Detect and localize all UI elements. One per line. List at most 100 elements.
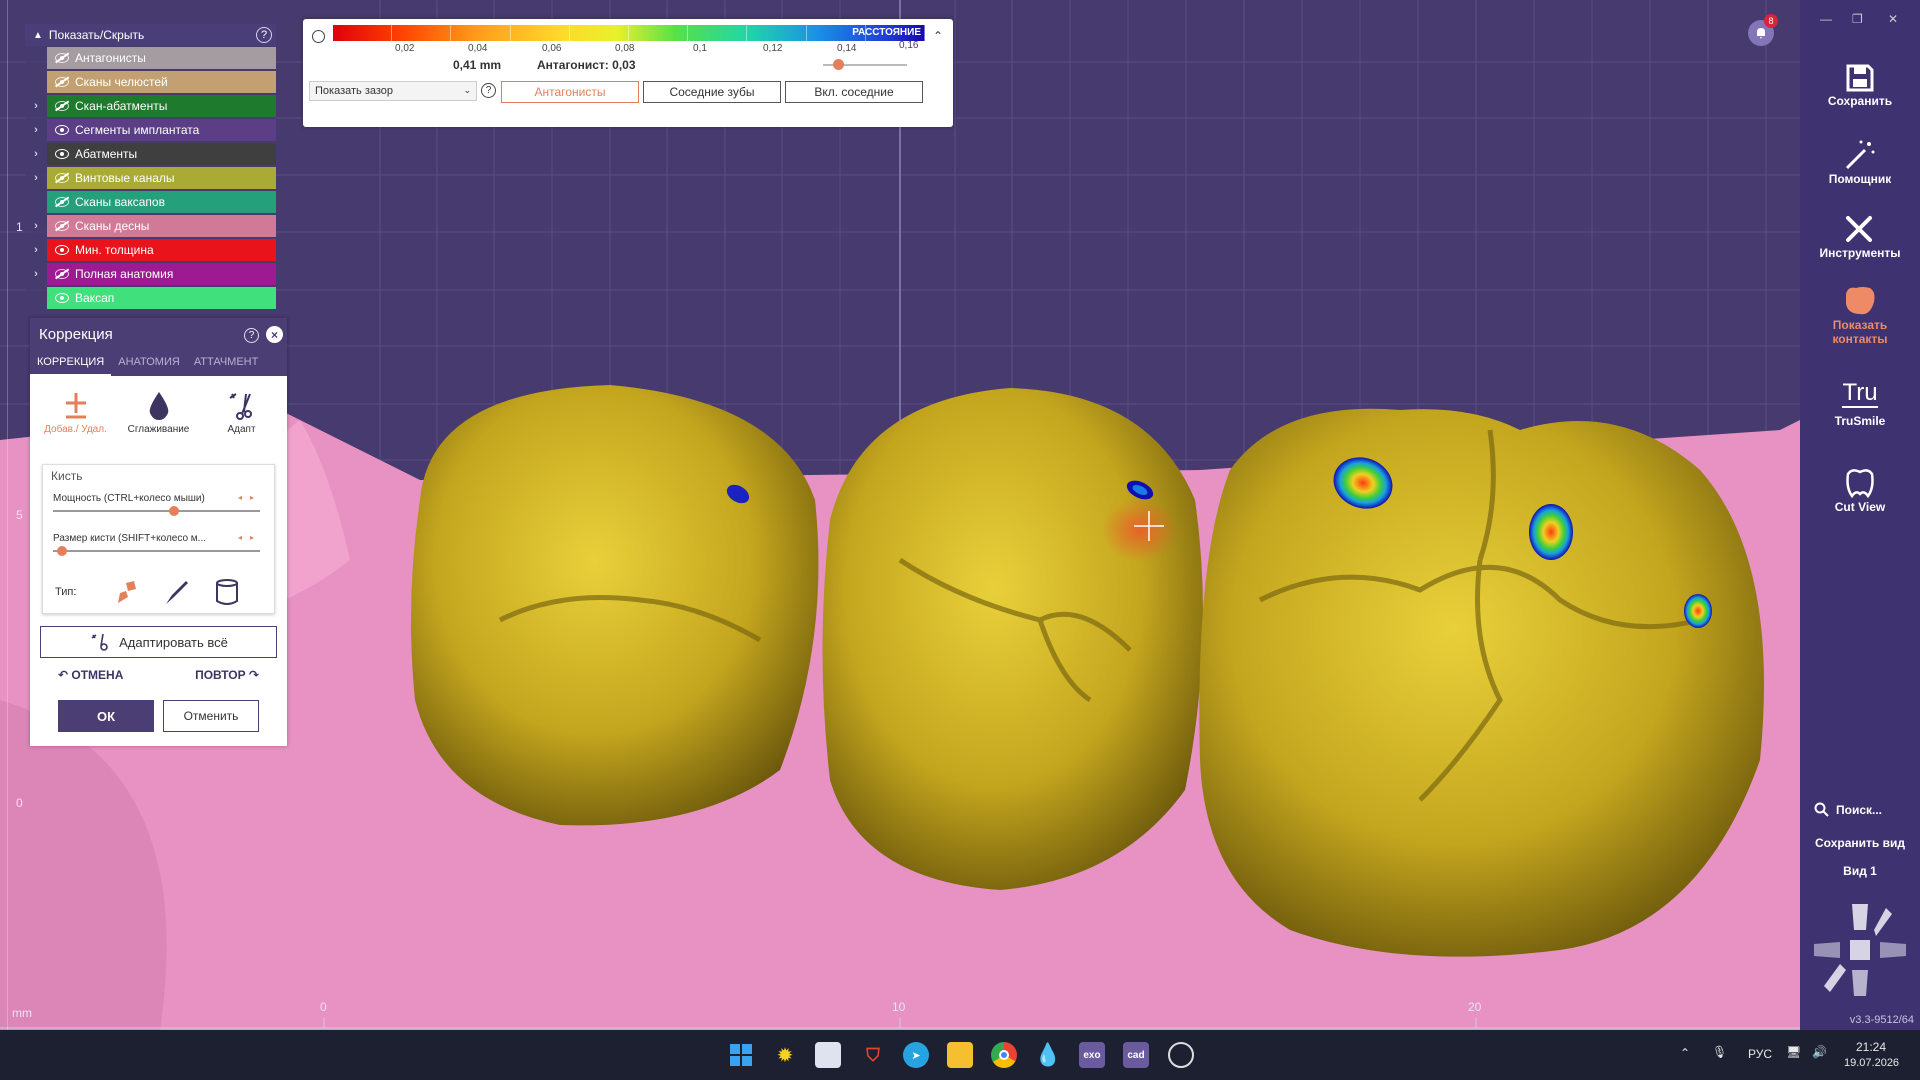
cad-app-icon[interactable]: cad xyxy=(1123,1042,1149,1068)
neighbor-teeth-button[interactable]: Соседние зубы xyxy=(643,81,781,103)
layer-row[interactable]: › Сканы десны xyxy=(25,214,276,238)
broad-brush-icon[interactable] xyxy=(112,577,142,607)
save-view-button[interactable]: Сохранить вид xyxy=(1800,836,1920,850)
layer-row[interactable]: › Винтовые каналы xyxy=(25,166,276,190)
sun-app-icon[interactable]: ✹ xyxy=(772,1042,798,1068)
layer-bar[interactable]: Скан-абатменты xyxy=(47,95,276,117)
telegram-icon[interactable]: ➤ xyxy=(903,1042,929,1068)
restore-icon[interactable]: ❐ xyxy=(1852,12,1863,26)
tab-anatomy[interactable]: АНАТОМИЯ xyxy=(111,350,187,376)
eye-icon[interactable] xyxy=(55,149,69,159)
expand-arrow-icon[interactable]: › xyxy=(25,100,47,112)
layer-bar[interactable]: Абатменты xyxy=(47,143,276,165)
expand-arrow-icon[interactable]: › xyxy=(25,124,47,136)
gap-slider-knob[interactable] xyxy=(833,59,845,70)
adapt-all-button[interactable]: Адаптировать всё xyxy=(40,626,277,658)
redo-button[interactable]: ПОВТОР ↷ xyxy=(195,668,259,682)
layer-bar[interactable]: Ваксап xyxy=(47,287,276,309)
search-button[interactable]: Поиск... xyxy=(1814,802,1882,818)
layer-bar[interactable]: Антагонисты xyxy=(47,47,276,69)
obs-icon[interactable] xyxy=(1168,1042,1194,1068)
cancel-button[interactable]: Отменить xyxy=(163,700,259,732)
eye-off-icon[interactable] xyxy=(55,172,69,183)
eye-off-icon[interactable] xyxy=(55,76,69,87)
collapse-icon[interactable]: ⌃ xyxy=(933,29,943,43)
expand-arrow-icon[interactable]: › xyxy=(25,148,47,160)
network-icon[interactable]: 🖥 xyxy=(1786,1045,1801,1059)
assistant-button[interactable]: Помощник xyxy=(1800,138,1920,186)
eye-off-icon[interactable] xyxy=(55,220,69,231)
exo-app-icon[interactable]: exo xyxy=(1079,1042,1105,1068)
scanner-app-icon[interactable] xyxy=(815,1042,841,1068)
layer-bar[interactable]: Сегменты имплантата xyxy=(47,119,276,141)
size-knob[interactable] xyxy=(57,546,67,556)
eye-off-icon[interactable] xyxy=(55,196,69,207)
layer-row[interactable]: › Полная анатомия xyxy=(25,262,276,286)
view-1-button[interactable]: Вид 1 xyxy=(1800,864,1920,878)
ok-button[interactable]: ОК xyxy=(58,700,154,732)
layer-row[interactable]: › Абатменты xyxy=(25,142,276,166)
help-icon[interactable]: ? xyxy=(244,328,259,343)
minimize-icon[interactable]: — xyxy=(1820,12,1832,26)
layer-row[interactable]: Антагонисты xyxy=(25,46,276,70)
expand-arrow-icon[interactable]: › xyxy=(25,244,47,256)
chrome-icon[interactable] xyxy=(991,1042,1017,1068)
layer-bar[interactable]: Сканы десны xyxy=(47,215,276,237)
clock-date[interactable]: 19.07.2026 xyxy=(1844,1057,1899,1069)
tray-expand-icon[interactable]: ⌃ xyxy=(1680,1046,1690,1060)
collapse-icon[interactable]: ▲ xyxy=(33,30,43,41)
close-icon[interactable]: × xyxy=(266,326,283,343)
arrows-icon[interactable]: ◂▸ xyxy=(238,533,262,542)
undo-button[interactable]: ↶ ОТМЕНА xyxy=(58,668,123,682)
expand-arrow-icon[interactable]: › xyxy=(25,172,47,184)
eye-icon[interactable] xyxy=(55,293,69,303)
power-knob[interactable] xyxy=(169,506,179,516)
fine-brush-icon[interactable] xyxy=(162,577,192,607)
expand-arrow-icon[interactable]: › xyxy=(25,220,47,232)
tab-correction[interactable]: КОРРЕКЦИЯ xyxy=(30,350,112,376)
eye-icon[interactable] xyxy=(55,125,69,135)
size-track[interactable] xyxy=(53,550,260,552)
shield-app-icon[interactable]: ⛉ xyxy=(860,1042,886,1068)
trusmile-button[interactable]: Tru TruSmile xyxy=(1800,380,1920,429)
power-track[interactable] xyxy=(53,510,260,512)
notification-bell-button[interactable]: 8 xyxy=(1748,14,1778,46)
layer-row[interactable]: › Скан-абатменты xyxy=(25,94,276,118)
layer-bar[interactable]: Мин. толщина xyxy=(47,239,276,261)
layer-bar[interactable]: Полная анатомия xyxy=(47,263,276,285)
close-icon[interactable]: ✕ xyxy=(1888,12,1898,26)
volume-icon[interactable]: 🔊 xyxy=(1812,1045,1827,1059)
layers-panel-header[interactable]: ▲ Показать/Скрыть ? xyxy=(25,24,276,46)
view-cube-navigator[interactable] xyxy=(1810,900,1910,1000)
layer-bar[interactable]: Сканы ваксапов xyxy=(47,191,276,213)
language-indicator[interactable]: РУС xyxy=(1748,1047,1772,1061)
adapt-tool[interactable]: Адапт xyxy=(207,388,277,456)
layer-bar[interactable]: Винтовые каналы xyxy=(47,167,276,189)
tab-attachment[interactable]: АТТАЧМЕНТ xyxy=(187,350,266,376)
drop-app-icon[interactable]: 💧 xyxy=(1034,1042,1061,1068)
help-icon[interactable]: ? xyxy=(481,83,496,98)
eye-icon[interactable] xyxy=(55,245,69,255)
eye-off-icon[interactable] xyxy=(55,100,69,111)
eye-off-icon[interactable] xyxy=(55,52,69,63)
show-contacts-button[interactable]: Показать контакты xyxy=(1800,284,1920,346)
smoothing-tool[interactable]: Сглаживание xyxy=(124,388,194,456)
layer-row[interactable]: › Сегменты имплантата xyxy=(25,118,276,142)
add-remove-tool[interactable]: Добав./ Удал. xyxy=(41,388,111,456)
arrows-icon[interactable]: ◂▸ xyxy=(238,493,262,502)
save-button[interactable]: Сохранить xyxy=(1800,62,1920,108)
layer-row[interactable]: Ваксап xyxy=(25,286,276,310)
clock-time[interactable]: 21:24 xyxy=(1856,1040,1886,1054)
expand-arrow-icon[interactable]: › xyxy=(25,268,47,280)
layer-row[interactable]: Сканы ваксапов xyxy=(25,190,276,214)
help-icon[interactable]: ? xyxy=(256,27,272,43)
power-slider[interactable]: Мощность (CTRL+колесо мыши) ◂▸ xyxy=(51,493,266,523)
folder-icon[interactable] xyxy=(947,1042,973,1068)
antagonists-button[interactable]: Антагонисты xyxy=(501,81,639,103)
cylinder-brush-icon[interactable] xyxy=(212,577,242,607)
layer-row[interactable]: Сканы челюстей xyxy=(25,70,276,94)
size-slider[interactable]: Размер кисти (SHIFT+колесо м... ◂▸ xyxy=(51,533,266,563)
layer-bar[interactable]: Сканы челюстей xyxy=(47,71,276,93)
microphone-icon[interactable]: 🎙 xyxy=(1712,1045,1727,1059)
tools-button[interactable]: Инструменты xyxy=(1800,212,1920,260)
